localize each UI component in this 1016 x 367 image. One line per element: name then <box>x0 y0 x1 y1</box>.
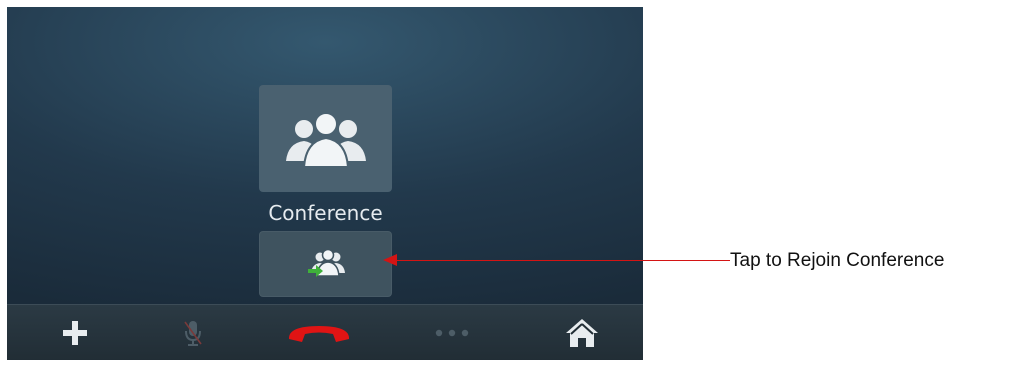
home-icon <box>566 319 598 347</box>
add-call-button[interactable] <box>35 305 115 360</box>
conference-label: Conference <box>268 201 383 225</box>
end-call-icon <box>288 326 350 342</box>
rejoin-conference-button[interactable] <box>259 231 392 297</box>
more-dots-icon <box>435 329 469 337</box>
annotation-label: Tap to Rejoin Conference <box>730 250 945 271</box>
rejoin-conference-icon <box>307 249 345 277</box>
conference-avatar-tile <box>259 85 392 192</box>
annotation-arrowhead <box>383 254 397 266</box>
call-control-bar <box>7 304 643 360</box>
phone-screen: Conference <box>7 7 643 360</box>
plus-icon <box>63 321 87 345</box>
more-options-button[interactable] <box>412 305 492 360</box>
home-button[interactable] <box>542 305 622 360</box>
mute-microphone-icon <box>184 321 202 346</box>
mute-button[interactable] <box>153 305 233 360</box>
annotation-leader-line <box>385 260 730 261</box>
end-call-button[interactable] <box>279 305 359 360</box>
group-icon <box>285 111 366 168</box>
